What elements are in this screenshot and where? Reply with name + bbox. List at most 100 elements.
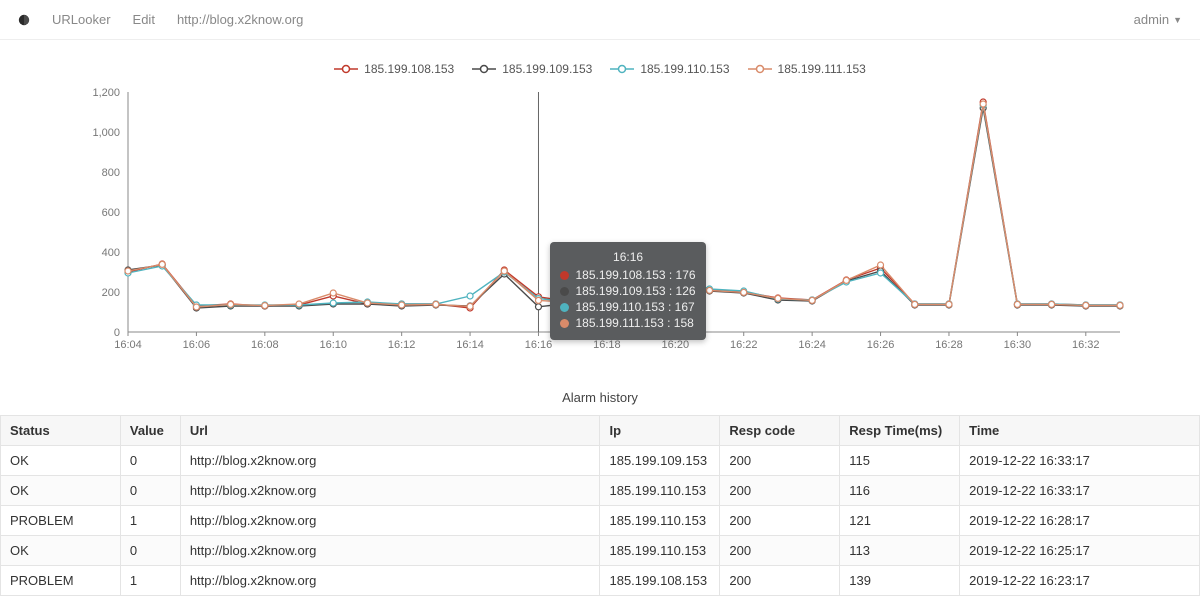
alarm-cell-value: 1 [120,506,180,536]
legend-label: 185.199.108.153 [364,62,454,76]
nav-edit-link[interactable]: Edit [133,12,155,27]
app-logo-icon[interactable] [18,14,30,26]
svg-text:16:28: 16:28 [935,339,963,351]
alarm-table-body: OK0http://blog.x2know.org185.199.109.153… [1,446,1200,596]
svg-text:16:18: 16:18 [593,339,621,351]
nav-user-label: admin [1134,12,1169,27]
alarm-table-head: StatusValueUrlIpResp codeResp Time(ms)Ti… [1,416,1200,446]
alarm-header-cell: Url [180,416,600,446]
alarm-cell-resp_time: 116 [840,476,960,506]
svg-text:400: 400 [102,247,120,259]
alarm-cell-resp_time: 113 [840,536,960,566]
alarm-cell-resp_time: 139 [840,566,960,596]
alarm-cell-ip: 185.199.108.153 [600,566,720,596]
svg-text:16:22: 16:22 [730,339,758,351]
chart-series-line [128,105,1120,305]
svg-text:16:12: 16:12 [388,339,416,351]
chart-series-line [128,102,1120,308]
svg-text:16:16: 16:16 [525,339,553,351]
alarm-cell-status: OK [1,476,121,506]
legend-label: 185.199.110.153 [640,62,729,76]
alarm-header-cell: Ip [600,416,720,446]
alarm-cell-url: http://blog.x2know.org [180,446,600,476]
alarm-cell-time: 2019-12-22 16:28:17 [960,506,1200,536]
svg-text:800: 800 [102,167,120,179]
chart-series-line [128,104,1120,307]
legend-marker-icon [472,64,496,74]
svg-text:16:32: 16:32 [1072,339,1100,351]
alarm-cell-status: PROBLEM [1,506,121,536]
chart-legend: 185.199.108.153 185.199.109.153 185.199.11… [70,50,1130,82]
svg-text:0: 0 [114,327,120,339]
legend-item[interactable]: 185.199.111.153 [748,62,866,76]
svg-text:200: 200 [102,287,120,299]
table-row: OK0http://blog.x2know.org185.199.109.153… [1,446,1200,476]
nav-left: URLooker Edit http://blog.x2know.org [18,12,303,27]
alarm-cell-url: http://blog.x2know.org [180,566,600,596]
alarm-header-cell: Time [960,416,1200,446]
navbar: URLooker Edit http://blog.x2know.org adm… [0,0,1200,40]
alarm-cell-ip: 185.199.110.153 [600,536,720,566]
alarm-cell-status: OK [1,536,121,566]
alarm-cell-url: http://blog.x2know.org [180,506,600,536]
alarm-cell-value: 1 [120,566,180,596]
alarm-cell-resp_code: 200 [720,476,840,506]
alarm-cell-resp_code: 200 [720,446,840,476]
chart-plot[interactable]: 0 200 400 600 800 1,000 1,200 16:04 16:06 16:08 16… [70,82,1130,362]
alarm-cell-status: PROBLEM [1,566,121,596]
svg-text:16:08: 16:08 [251,339,279,351]
svg-text:16:26: 16:26 [867,339,895,351]
svg-text:16:20: 16:20 [662,339,690,351]
alarm-cell-ip: 185.199.110.153 [600,476,720,506]
svg-text:1,000: 1,000 [92,127,120,139]
svg-text:16:06: 16:06 [183,339,211,351]
chart-section: 185.199.108.153 185.199.109.153 185.199.11… [0,50,1200,362]
svg-text:16:30: 16:30 [1004,339,1032,351]
alarm-cell-time: 2019-12-22 16:33:17 [960,476,1200,506]
nav-app-name[interactable]: URLooker [52,12,111,27]
svg-text:16:10: 16:10 [319,339,347,351]
alarm-cell-time: 2019-12-22 16:25:17 [960,536,1200,566]
legend-item[interactable]: 185.199.110.153 [610,62,729,76]
nav-url-link[interactable]: http://blog.x2know.org [177,12,303,27]
alarm-cell-url: http://blog.x2know.org [180,476,600,506]
legend-item[interactable]: 185.199.109.153 [472,62,592,76]
alarm-cell-value: 0 [120,476,180,506]
alarm-header-cell: Status [1,416,121,446]
alarm-cell-value: 0 [120,536,180,566]
alarm-header-cell: Resp Time(ms) [840,416,960,446]
svg-text:16:24: 16:24 [798,339,826,351]
alarm-header-cell: Resp code [720,416,840,446]
alarm-cell-resp_code: 200 [720,536,840,566]
alarm-header-cell: Value [120,416,180,446]
alarm-cell-time: 2019-12-22 16:33:17 [960,446,1200,476]
alarm-cell-resp_time: 121 [840,506,960,536]
legend-label: 185.199.111.153 [778,62,866,76]
svg-text:16:14: 16:14 [456,339,484,351]
table-row: OK0http://blog.x2know.org185.199.110.153… [1,476,1200,506]
alarm-cell-resp_code: 200 [720,506,840,536]
alarm-cell-url: http://blog.x2know.org [180,536,600,566]
alarm-cell-ip: 185.199.110.153 [600,506,720,536]
caret-down-icon: ▼ [1173,15,1182,25]
table-row: PROBLEM1http://blog.x2know.org185.199.11… [1,506,1200,536]
nav-user-menu[interactable]: admin ▼ [1134,12,1182,27]
legend-marker-icon [610,64,634,74]
legend-marker-icon [748,64,772,74]
table-row: PROBLEM1http://blog.x2know.org185.199.10… [1,566,1200,596]
alarm-cell-time: 2019-12-22 16:23:17 [960,566,1200,596]
legend-label: 185.199.109.153 [502,62,592,76]
svg-text:1,200: 1,200 [92,87,120,99]
alarm-cell-resp_time: 115 [840,446,960,476]
alarm-history-title: Alarm history [0,390,1200,405]
alarm-cell-ip: 185.199.109.153 [600,446,720,476]
legend-marker-icon [334,64,358,74]
alarm-history-table: StatusValueUrlIpResp codeResp Time(ms)Ti… [0,415,1200,596]
svg-text:600: 600 [102,207,120,219]
legend-item[interactable]: 185.199.108.153 [334,62,454,76]
chart-series-line [128,108,1120,308]
alarm-cell-resp_code: 200 [720,566,840,596]
alarm-cell-status: OK [1,446,121,476]
alarm-cell-value: 0 [120,446,180,476]
svg-text:16:04: 16:04 [114,339,142,351]
